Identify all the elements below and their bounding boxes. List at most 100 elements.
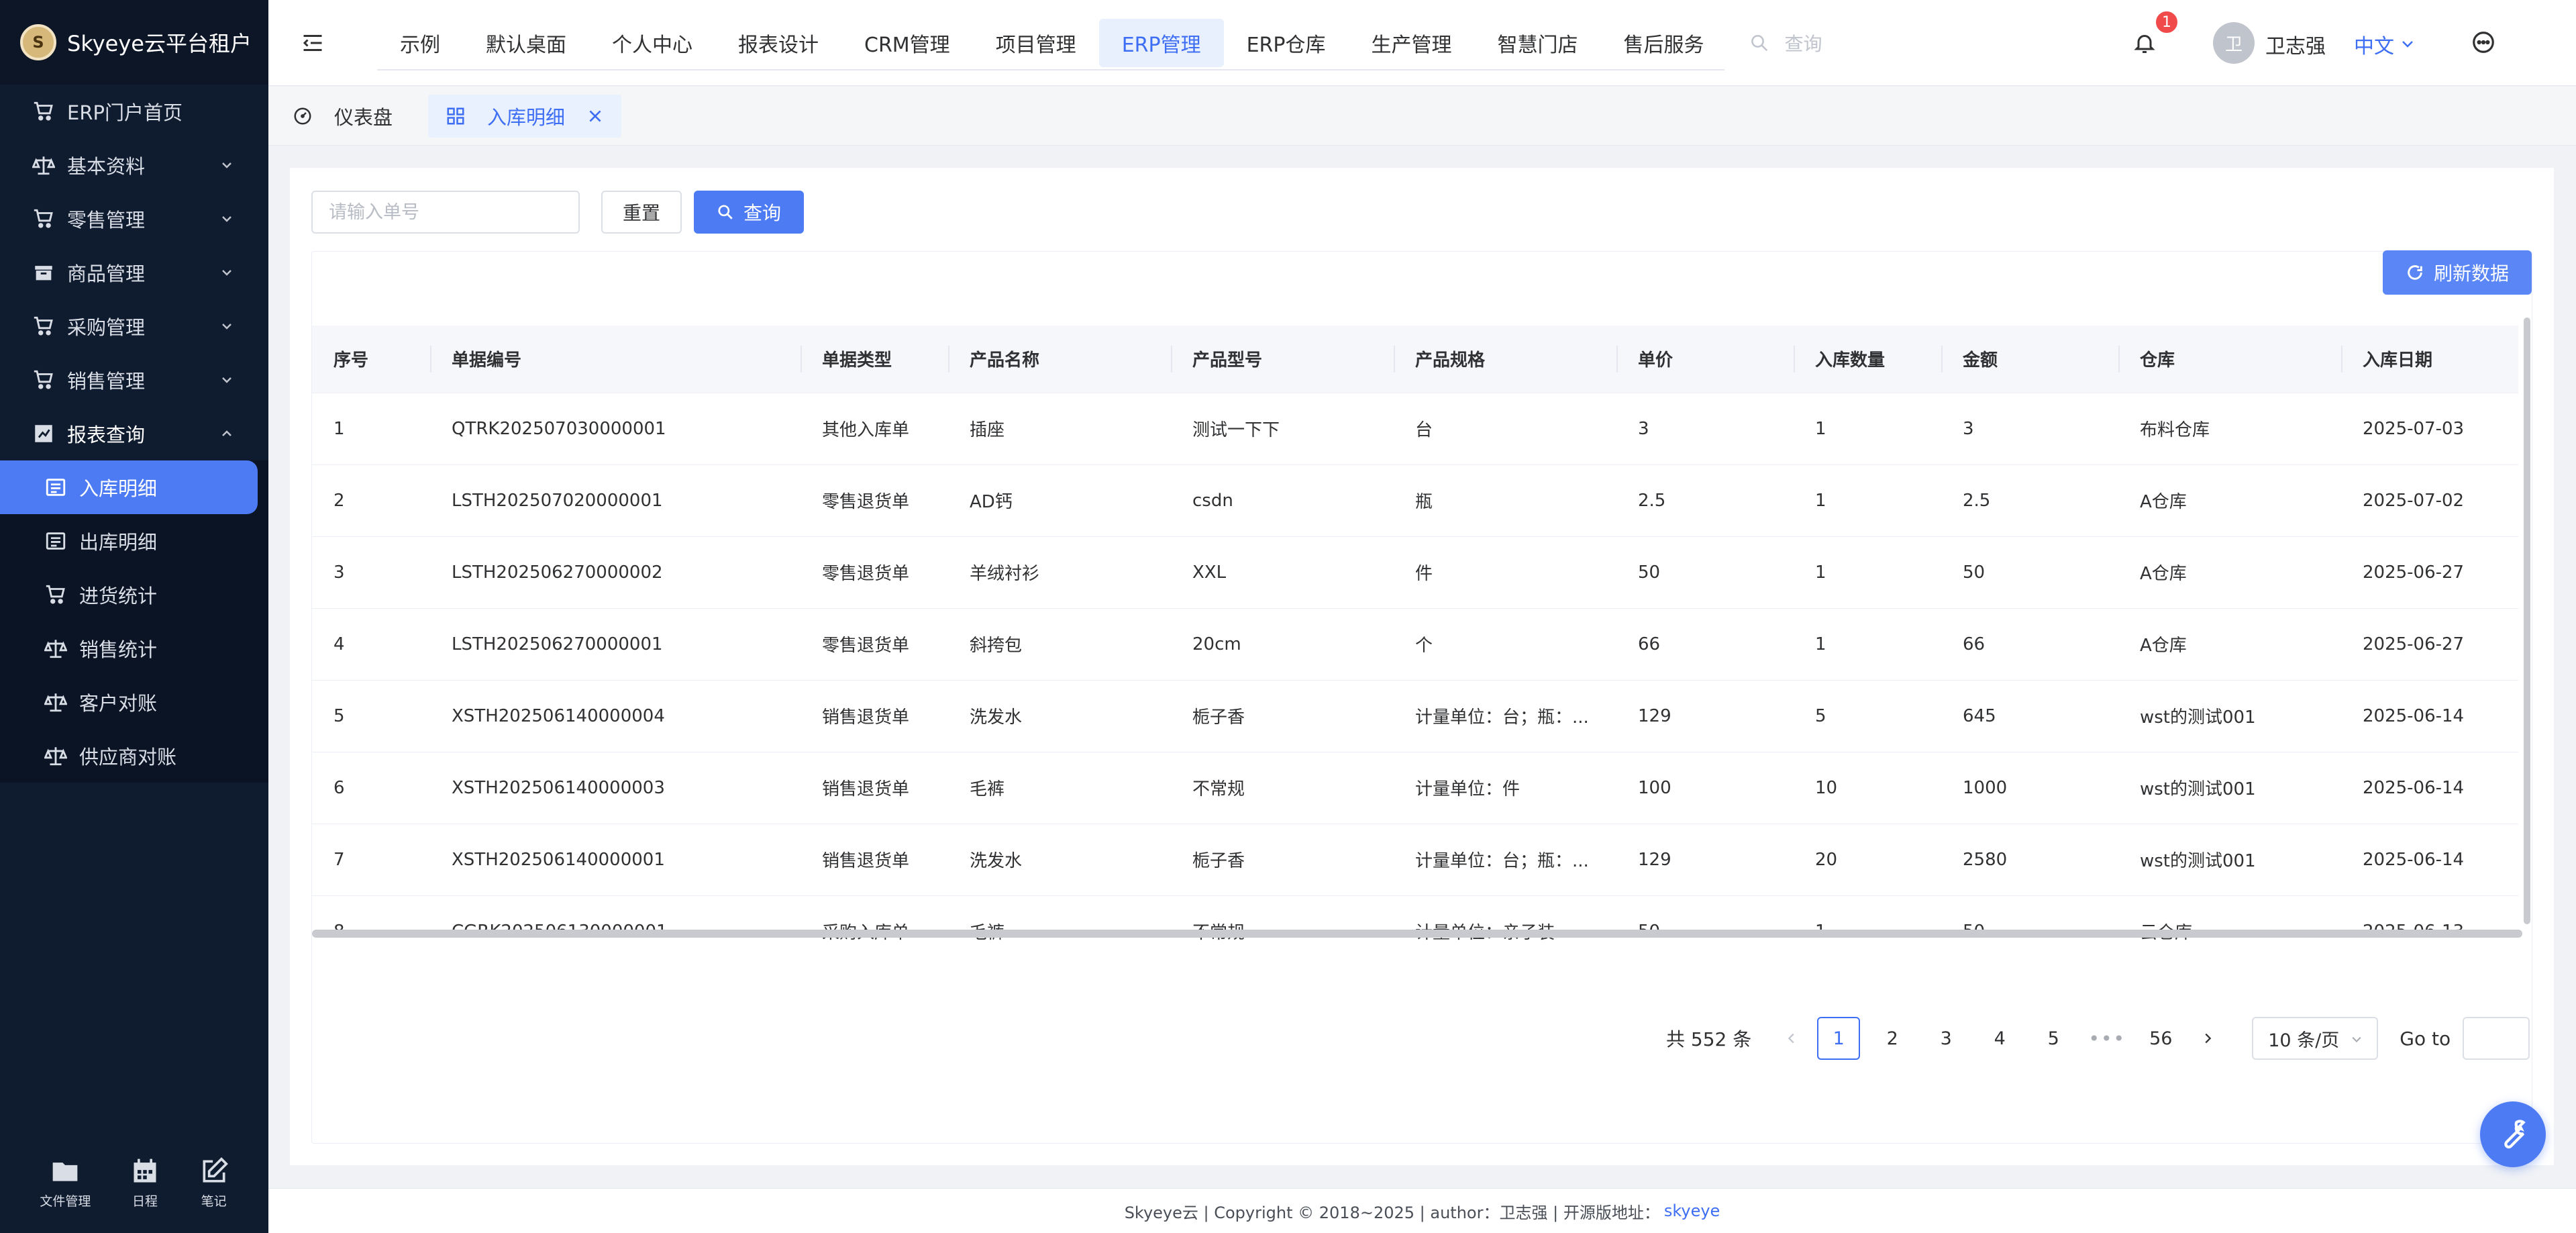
- topnav-item-after-sales[interactable]: 售后服务: [1600, 19, 1727, 67]
- topnav-item-projects[interactable]: 项目管理: [973, 19, 1099, 67]
- col-header-product-model[interactable]: 产品型号: [1171, 326, 1394, 393]
- cell-product-spec: 计量单位：亲子装: [1394, 895, 1616, 954]
- horizontal-scrollbar[interactable]: [312, 930, 2522, 938]
- list-icon: [46, 479, 66, 496]
- chat-icon[interactable]: [2471, 30, 2496, 55]
- order-number-input[interactable]: [311, 191, 580, 234]
- sidebar-item-customer-reconcile[interactable]: 客户对账: [0, 675, 268, 729]
- table-row[interactable]: 3 LSTH202506270000002 零售退货单 羊绒衬衫 XXL 件 50 1 50 A仓…: [312, 536, 2518, 609]
- sidebar-item-inbound-detail[interactable]: 入库明细: [0, 460, 258, 514]
- sidebar-item-retail[interactable]: 零售管理: [0, 192, 268, 246]
- cart-icon: [34, 370, 53, 389]
- topnav-item-crm[interactable]: CRM管理: [841, 19, 973, 67]
- topnav-item-default-desktop[interactable]: 默认桌面: [463, 19, 589, 67]
- prev-page-button[interactable]: [1771, 1018, 1812, 1058]
- col-header-amount[interactable]: 金额: [1941, 326, 2118, 393]
- topnav-item-production[interactable]: 生产管理: [1348, 19, 1474, 67]
- topnav-item-personal-center[interactable]: 个人中心: [589, 19, 715, 67]
- cell-index: 1: [312, 393, 430, 465]
- notes-button[interactable]: 笔记: [199, 1156, 229, 1210]
- topnav-search-placeholder: 查询: [1784, 33, 1822, 55]
- username[interactable]: 卫志强: [2265, 30, 2326, 59]
- topnav-item-report-design[interactable]: 报表设计: [715, 19, 841, 67]
- tab-inbound-detail[interactable]: 入库明细: [428, 95, 622, 138]
- cell-product-model: csdn: [1171, 464, 1394, 537]
- page-2-button[interactable]: 2: [1871, 1017, 1914, 1060]
- page-size-value: 10 条/页: [2268, 1030, 2340, 1051]
- cell-quantity: 1: [1794, 608, 1941, 681]
- table-row[interactable]: 5 XSTH202506140000004 销售退货单 洗发水 栀子香 计量单位：台；瓶：…: [312, 680, 2518, 752]
- col-header-doc-type[interactable]: 单据类型: [801, 326, 948, 393]
- topnav-item-smart-store[interactable]: 智慧门店: [1474, 19, 1600, 67]
- cell-quantity: 5: [1794, 680, 1941, 752]
- query-button[interactable]: 查询: [694, 191, 804, 234]
- settings-fab[interactable]: [2480, 1101, 2546, 1167]
- table-row[interactable]: 4 LSTH202506270000001 零售退货单 斜挎包 20cm 个 66 1 66 A仓…: [312, 608, 2518, 681]
- reset-button[interactable]: 重置: [601, 191, 682, 234]
- sidebar-item-label: 供应商对账: [79, 746, 177, 769]
- page-4-button[interactable]: 4: [1978, 1017, 2021, 1060]
- footer-link[interactable]: skyeye: [1664, 1201, 1720, 1220]
- schedule-button[interactable]: 日程: [130, 1156, 160, 1210]
- topnav-search[interactable]: 查询: [1727, 19, 1822, 67]
- cell-product-model: 不常规: [1171, 895, 1394, 954]
- col-header-date[interactable]: 入库日期: [2341, 326, 2518, 393]
- table-row[interactable]: 6 XSTH202506140000003 销售退货单 毛裤 不常规 计量单位：件 100 1…: [312, 752, 2518, 824]
- sidebar-item-outbound-detail[interactable]: 出库明细: [0, 514, 268, 568]
- main-content: 重置 查询 刷新数据 序号 单据编号 单据类型: [290, 168, 2554, 1165]
- menu-collapse-icon[interactable]: [301, 31, 325, 55]
- topnav-item-erp-warehouse[interactable]: ERP仓库: [1224, 19, 1349, 67]
- cell-product-model: 20cm: [1171, 608, 1394, 681]
- table-row[interactable]: 2 LSTH202507020000001 零售退货单 AD钙 csdn 瓶 2.5 1 2.5…: [312, 464, 2518, 537]
- page-3-button[interactable]: 3: [1924, 1017, 1967, 1060]
- cell-amount: 50: [1941, 536, 2118, 609]
- language-switcher[interactable]: 中文: [2354, 30, 2416, 59]
- cell-warehouse: wst的测试001: [2118, 680, 2341, 752]
- tab-dashboard[interactable]: 仪表盘: [275, 95, 410, 138]
- sidebar-item-sales[interactable]: 销售管理: [0, 353, 268, 407]
- sidebar-item-sales-stats[interactable]: 销售统计: [0, 622, 268, 675]
- page-size-select[interactable]: 10 条/页: [2252, 1017, 2379, 1060]
- refresh-icon: [2408, 265, 2422, 280]
- page-5-button[interactable]: 5: [2032, 1017, 2075, 1060]
- sidebar-item-reports[interactable]: 报表查询: [0, 407, 268, 460]
- col-header-product-name[interactable]: 产品名称: [948, 326, 1171, 393]
- more-pages-button[interactable]: •••: [2085, 1017, 2128, 1060]
- col-header-doc-number[interactable]: 单据编号: [430, 326, 801, 393]
- bell-icon[interactable]: [2132, 31, 2157, 55]
- refresh-button[interactable]: 刷新数据: [2383, 250, 2532, 295]
- cell-product-name: 插座: [948, 393, 1171, 465]
- sidebar-item-supplier-reconcile[interactable]: 供应商对账: [0, 729, 268, 783]
- col-header-product-spec[interactable]: 产品规格: [1394, 326, 1616, 393]
- close-icon[interactable]: [586, 107, 604, 125]
- page-1-button[interactable]: 1: [1817, 1017, 1861, 1060]
- sidebar-item-purchase-stats[interactable]: 进货统计: [0, 568, 268, 622]
- col-header-index[interactable]: 序号: [312, 326, 430, 393]
- topnav-item-examples[interactable]: 示例: [377, 19, 463, 67]
- cell-doc-type: 其他入库单: [801, 393, 948, 465]
- col-header-unit-price[interactable]: 单价: [1616, 326, 1794, 393]
- topnav-divider: [377, 69, 1724, 70]
- brand[interactable]: S Skyeye云平台租户: [0, 0, 268, 85]
- avatar[interactable]: 卫: [2213, 22, 2255, 64]
- cell-doc-number: LSTH202506270000001: [430, 608, 801, 681]
- sidebar-item-erp-home[interactable]: ERP门户首页: [0, 85, 268, 138]
- cell-doc-type: 零售退货单: [801, 536, 948, 609]
- chevron-down-icon: [222, 377, 231, 383]
- table-row[interactable]: 7 XSTH202506140000001 销售退货单 洗发水 栀子香 计量单位：台；瓶：…: [312, 824, 2518, 896]
- sidebar-item-label: 采购管理: [67, 316, 146, 339]
- sidebar-item-basic-data[interactable]: 基本资料: [0, 138, 268, 192]
- table-row[interactable]: 8CGRK202506130000001采购入库单毛裤不常规计量单位：亲子装50…: [312, 895, 2518, 954]
- col-header-warehouse[interactable]: 仓库: [2118, 326, 2341, 393]
- table-row[interactable]: 1 QTRK202507030000001 其他入库单 插座 测试一下下台 3 1 3 布料仓库…: [312, 393, 2518, 465]
- sidebar-item-purchase[interactable]: 采购管理: [0, 299, 268, 353]
- sidebar-item-goods[interactable]: 商品管理: [0, 246, 268, 299]
- page-last-button[interactable]: 56: [2139, 1017, 2182, 1060]
- vertical-scrollbar[interactable]: [2524, 317, 2530, 924]
- col-header-quantity[interactable]: 入库数量: [1794, 326, 1941, 393]
- topnav-item-erp[interactable]: ERP管理: [1098, 19, 1224, 67]
- goto-page-input[interactable]: [2463, 1017, 2530, 1060]
- table-card: 刷新数据 序号 单据编号 单据类型 产品名称 产品型号 产品规格 单价 入库数量…: [311, 250, 2532, 1144]
- next-page-button[interactable]: [2187, 1018, 2228, 1058]
- file-manager-button[interactable]: 文件管理: [40, 1156, 91, 1210]
